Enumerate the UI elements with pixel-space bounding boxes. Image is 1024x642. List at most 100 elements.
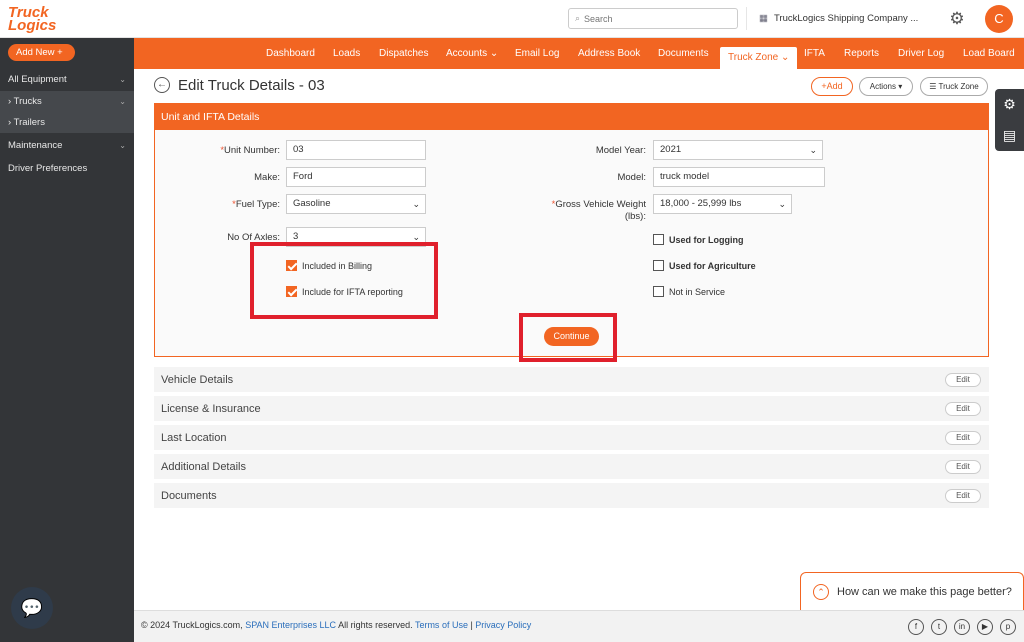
trucklogics-logo[interactable]: Truck Logics [8,5,78,36]
company-selector[interactable]: ▦ TruckLogics Shipping Company ... [746,7,936,30]
truck-zone-button[interactable]: ☰ Truck Zone [920,77,988,96]
section-title: Last Location [161,432,227,444]
nav-email-log[interactable]: Email Log [515,38,559,69]
section-title: Additional Details [161,461,246,473]
nav-dispatches[interactable]: Dispatches [379,38,428,69]
edit-button[interactable]: Edit [945,373,981,387]
checkbox-label: Used for Logging [669,234,744,245]
chevron-up-icon: ⌃ [813,583,829,600]
span-link[interactable]: SPAN Enterprises LLC [245,620,336,630]
nav-loads[interactable]: Loads [333,38,360,69]
sidebar-item-maintenance[interactable]: Maintenance ⌄ [0,135,134,156]
sidebar-item-trailers[interactable]: › Trailers [0,112,134,133]
checkbox-label: Used for Agriculture [669,260,756,271]
add-new-button[interactable]: Add New + [8,44,75,61]
linkedin-icon[interactable]: in [954,619,970,635]
floating-tools: ⚙ ▤ [995,89,1024,151]
gvw-label: *Gross Vehicle Weight (lbs): [551,199,646,222]
notes-icon[interactable]: ▤ [995,120,1024,151]
checkbox-icon [653,260,664,271]
used-for-agriculture-checkbox[interactable]: Used for Agriculture [653,260,756,271]
footer: © 2024 TruckLogics.com, SPAN Enterprises… [134,610,1024,642]
youtube-icon[interactable]: ▶ [977,619,993,635]
section-additional-details[interactable]: Additional Details Edit [154,454,989,480]
sidebar: Add New + All Equipment ⌄ › Trucks ⌄ › T… [0,38,134,642]
nav-driver-log[interactable]: Driver Log [898,38,944,69]
sidebar-item-label: Maintenance [8,140,63,151]
make-field[interactable]: Ford [286,167,426,187]
section-title: Documents [161,490,217,502]
privacy-link[interactable]: Privacy Policy [475,620,531,630]
fuel-type-select[interactable]: Gasoline ⌄ [286,194,426,214]
search-input[interactable] [584,13,725,24]
not-in-service-checkbox[interactable]: Not in Service [653,286,725,297]
page-title: Edit Truck Details - 03 [178,76,325,94]
fuel-type-label: *Fuel Type: [232,199,280,210]
section-vehicle-details[interactable]: Vehicle Details Edit [154,367,989,393]
copyright-text: © 2024 TruckLogics.com, [141,620,246,630]
edit-button[interactable]: Edit [945,431,981,445]
model-year-label: Model Year: [595,145,646,156]
logo-line2: Logics [8,17,57,34]
sidebar-item-all-equipment[interactable]: All Equipment ⌄ [0,69,134,90]
section-documents[interactable]: Documents Edit [154,483,989,509]
actions-dropdown[interactable]: Actions ▾ [859,77,913,96]
section-title: License & Insurance [161,403,261,415]
search-box[interactable]: ⌕ [568,8,738,29]
checkbox-icon [653,286,664,297]
nav-ifta[interactable]: IFTA [804,38,825,69]
nav-truck-zone[interactable]: Truck Zone ⌄ [720,47,798,69]
edit-button[interactable]: Edit [945,489,981,503]
edit-button[interactable]: Edit [945,402,981,416]
gvw-select[interactable]: 18,000 - 25,999 lbs ⌄ [653,194,792,214]
unit-number-field[interactable]: 03 [286,140,426,160]
nav-documents[interactable]: Documents [658,38,709,69]
chevron-down-icon: ⌄ [778,199,786,209]
chevron-down-icon: ⌄ [119,75,126,84]
top-bar: Truck Logics ⌕ ▦ TruckLogics Shipping Co… [0,0,1024,38]
sidebar-item-driver-preferences[interactable]: Driver Preferences [0,158,134,179]
sidebar-item-label: Trucks [13,96,42,107]
nav-address-book[interactable]: Address Book [578,38,640,69]
footer-text: © 2024 TruckLogics.com, SPAN Enterprises… [141,620,531,630]
user-avatar[interactable]: C [985,5,1013,33]
nav-dashboard[interactable]: Dashboard [266,38,315,69]
used-for-logging-checkbox[interactable]: Used for Logging [653,234,744,245]
back-arrow-icon[interactable]: ← [154,77,170,93]
chat-bubble-icon[interactable]: 💬 [11,587,53,629]
nav-reports[interactable]: Reports [844,38,879,69]
page-header: ← Edit Truck Details - 03 [154,74,325,96]
settings-cog-icon[interactable]: ⚙ [995,89,1024,120]
add-button[interactable]: +Add [811,77,853,96]
company-name: TruckLogics Shipping Company ... [773,13,919,24]
edit-button[interactable]: Edit [945,460,981,474]
axles-value: 3 [293,231,299,242]
facebook-icon[interactable]: f [908,619,924,635]
highlight-box-continue [519,313,617,362]
rights-text: All rights reserved. [336,620,415,630]
model-year-value: 2021 [660,144,682,155]
checkbox-icon [653,234,664,245]
chevron-down-icon: ⌄ [809,145,817,155]
settings-gear-icon[interactable]: ⚙ [946,8,968,30]
pinterest-icon[interactable]: p [1000,619,1016,635]
unit-number-label: *Unit Number: [220,145,280,156]
fuel-type-value: Gasoline [293,198,331,209]
model-field[interactable]: truck model [653,167,825,187]
model-label: Model: [617,172,646,183]
section-license-insurance[interactable]: License & Insurance Edit [154,396,989,422]
nav-accounts[interactable]: Accounts ⌄ [446,38,498,69]
nav-load-board[interactable]: Load Board [963,38,1015,69]
model-year-select[interactable]: 2021 ⌄ [653,140,823,160]
chevron-down-icon: ⌄ [119,141,126,150]
feedback-widget[interactable]: ⌃ How can we make this page better? [800,572,1024,610]
section-last-location[interactable]: Last Location Edit [154,425,989,451]
terms-link[interactable]: Terms of Use [415,620,468,630]
section-title: Vehicle Details [161,374,234,386]
building-icon: ▦ [759,13,768,24]
sidebar-item-label: Driver Preferences [8,163,88,174]
make-label: Make: [254,172,280,183]
twitter-icon[interactable]: t [931,619,947,635]
sidebar-item-trucks[interactable]: › Trucks ⌄ [0,91,134,112]
sidebar-item-label: All Equipment [8,74,67,85]
